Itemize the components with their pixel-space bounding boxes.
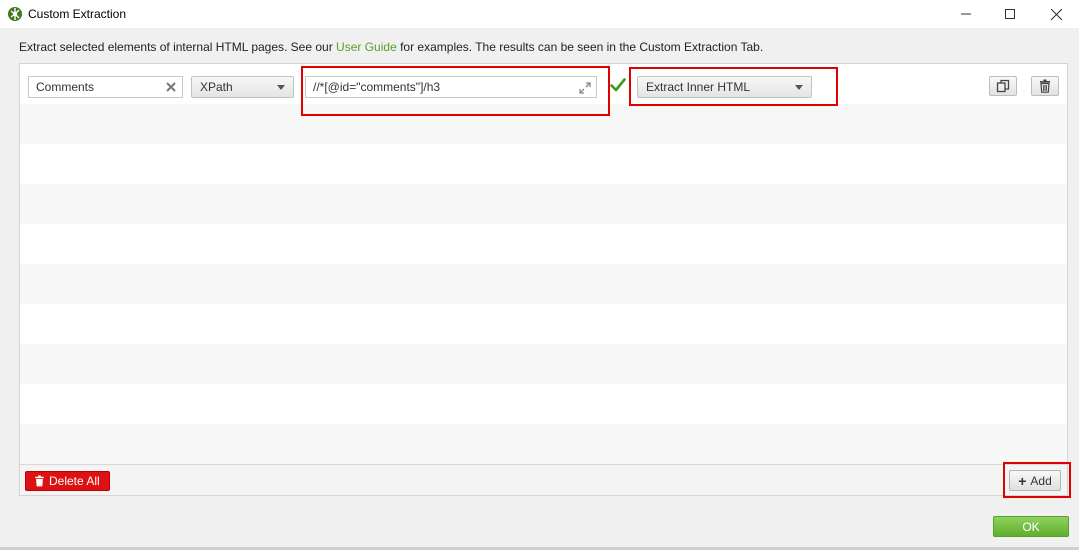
extract-mode-highlight: [629, 67, 838, 106]
extractor-list: Comments XPath //*[@id="comments"]/h3 Ex…: [19, 63, 1068, 496]
extractor-name-input[interactable]: Comments: [28, 76, 183, 98]
duplicate-button[interactable]: [989, 76, 1017, 96]
delete-row-button[interactable]: [1031, 76, 1059, 96]
user-guide-link[interactable]: User Guide: [336, 40, 397, 54]
extractor-type-value: XPath: [200, 80, 233, 94]
list-row: [20, 344, 1067, 384]
trash-icon: [1040, 79, 1050, 93]
list-row: [20, 304, 1067, 344]
delete-all-button[interactable]: Delete All: [25, 471, 110, 491]
close-icon: [1050, 8, 1062, 20]
list-row: [20, 224, 1067, 264]
expression-highlight: [301, 66, 610, 116]
add-button-highlight: [1003, 462, 1071, 498]
ok-label: OK: [1022, 519, 1040, 534]
intro-text-after: for examples. The results can be seen in…: [396, 40, 764, 54]
copy-icon: [996, 79, 1010, 93]
list-row: [20, 424, 1067, 464]
list-row: [20, 384, 1067, 424]
valid-check-icon: [610, 78, 626, 92]
intro-text: Extract selected elements of internal HT…: [19, 40, 763, 54]
title-bar: Custom Extraction: [0, 0, 1079, 28]
intro-text-before: Extract selected elements of internal HT…: [19, 40, 337, 54]
delete-all-label: Delete All: [49, 474, 100, 488]
ok-button[interactable]: OK: [993, 516, 1069, 537]
maximize-button[interactable]: [987, 0, 1033, 28]
minimize-icon: [961, 13, 971, 15]
maximize-icon: [1005, 9, 1015, 19]
spider-logo-icon: [8, 7, 22, 21]
list-row: [20, 264, 1067, 304]
extractor-name-value: Comments: [36, 80, 95, 94]
extractor-type-select[interactable]: XPath: [191, 76, 294, 98]
list-footer: Delete All + Add: [20, 464, 1067, 495]
list-row: [20, 144, 1067, 184]
trash-icon: [35, 475, 44, 487]
clear-icon[interactable]: [164, 80, 178, 94]
chevron-down-icon: [277, 85, 285, 90]
close-button[interactable]: [1033, 0, 1079, 28]
minimize-button[interactable]: [943, 0, 989, 28]
list-row: [20, 184, 1067, 224]
window-title: Custom Extraction: [28, 7, 127, 21]
